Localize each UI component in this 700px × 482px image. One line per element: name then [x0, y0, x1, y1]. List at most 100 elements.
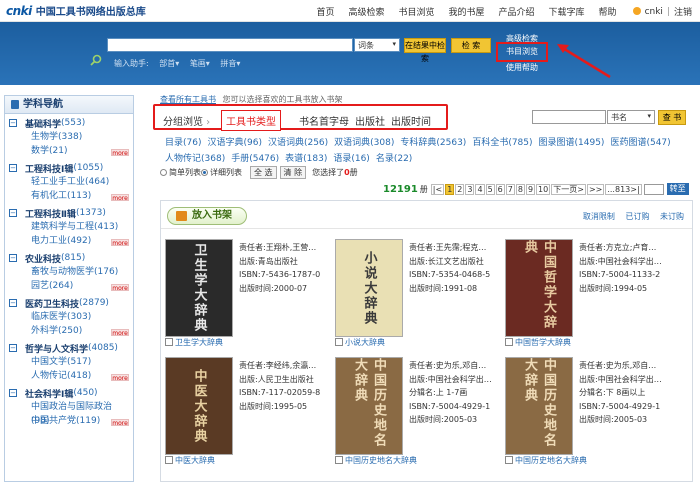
search-in-results-button[interactable]: 在结果中检索	[404, 38, 446, 63]
next-block-button[interactable]: >>	[586, 183, 605, 195]
nav-my-shelf[interactable]: 我的书屋	[449, 5, 485, 18]
user-name[interactable]: cnki	[633, 7, 663, 17]
first-page-button[interactable]: |<	[430, 183, 445, 195]
tab-publisher[interactable]: 出版社	[355, 113, 385, 128]
category-title[interactable]: 医药卫生科技	[25, 297, 79, 310]
more-link[interactable]: more	[111, 419, 129, 427]
page-number-button[interactable]: 10	[536, 183, 551, 195]
help-link[interactable]: 使用帮助	[506, 62, 538, 73]
book-title-link[interactable]: 中国哲学大辞典	[505, 337, 571, 348]
search-button[interactable]: 检 索	[451, 38, 491, 53]
assist-radical[interactable]: 部首▾	[159, 59, 179, 68]
page-number-button[interactable]: 5	[485, 183, 495, 195]
book-type-link[interactable]: 手册(5476)	[231, 154, 279, 164]
collapse-icon[interactable]: −	[9, 299, 17, 307]
nav-products[interactable]: 产品介绍	[499, 5, 535, 18]
subcategory-link[interactable]: 中国政治与国际政治(98)	[9, 400, 129, 426]
book-cover[interactable]: 卫生学大辞典	[165, 239, 233, 337]
book-cover[interactable]: 中国哲学大辞典	[505, 239, 573, 337]
view-all-books-link[interactable]: 查看所有工具书	[160, 95, 216, 104]
subcategory-link[interactable]: 畜牧与动物医学(176)	[9, 265, 129, 279]
goto-page-input[interactable]	[643, 183, 664, 195]
book-type-link[interactable]: 医药图谱(547)	[610, 138, 670, 148]
more-link[interactable]: more	[111, 149, 129, 157]
book-type-link[interactable]: 图录图谱(1495)	[539, 138, 605, 148]
book-search-input[interactable]	[532, 110, 606, 124]
simple-list-radio[interactable]	[160, 169, 167, 176]
tab-grouped-browse[interactable]: 分组浏览	[163, 113, 210, 128]
next-page-button[interactable]: 下一页>	[551, 183, 586, 195]
category-title[interactable]: 工程科技Ⅰ辑	[25, 162, 73, 175]
page-number-button[interactable]: 2	[455, 183, 465, 195]
category-title[interactable]: 农业科技	[25, 252, 61, 265]
tab-initial-letter[interactable]: 书名首字母	[299, 113, 349, 128]
book-cover[interactable]: 中医大辞典	[165, 357, 233, 455]
collapse-icon[interactable]: −	[9, 344, 17, 352]
subcategory-link[interactable]: 建筑科学与工程(413)	[9, 220, 129, 234]
book-type-link[interactable]: 汉语字典(96)	[207, 138, 261, 148]
subcategory-link[interactable]: 临床医学(303)	[9, 310, 129, 324]
book-cover[interactable]: 中国历史地名大辞典	[505, 357, 573, 455]
page-number-button[interactable]: 8	[515, 183, 525, 195]
category-header[interactable]: − 农业科技 (815)	[9, 251, 129, 265]
page-number-button[interactable]: 6	[495, 183, 505, 195]
category-header[interactable]: − 工程科技Ⅱ辑 (1373)	[9, 206, 129, 220]
browse-catalog-button[interactable]: 书目浏览	[496, 42, 548, 62]
collapse-icon[interactable]: −	[9, 254, 17, 262]
collapse-icon[interactable]: −	[9, 119, 17, 127]
book-type-link[interactable]: 目录(76)	[165, 138, 201, 148]
search-scope-select[interactable]: 词条	[354, 38, 400, 52]
book-search-field-select[interactable]: 书名	[607, 110, 655, 124]
book-type-link[interactable]: 双语词典(308)	[334, 138, 394, 148]
category-title[interactable]: 哲学与人文科学	[25, 342, 88, 355]
book-type-link[interactable]: 表谱(183)	[285, 154, 327, 164]
book-title-link[interactable]: 卫生学大辞典	[165, 337, 223, 348]
book-type-link[interactable]: 汉语词典(256)	[268, 138, 328, 148]
subcategory-link[interactable]: 轻工业手工业(464)	[9, 175, 129, 189]
nav-help[interactable]: 帮助	[599, 5, 617, 18]
unsubscribed-link[interactable]: 未订购	[660, 212, 684, 221]
more-link[interactable]: more	[111, 284, 129, 292]
nav-download-fonts[interactable]: 下载字库	[549, 5, 585, 18]
category-title[interactable]: 基础科学	[25, 117, 61, 130]
more-link[interactable]: more	[111, 194, 129, 202]
book-type-link[interactable]: 百科全书(785)	[472, 138, 532, 148]
book-cover[interactable]: 小说大辞典	[335, 239, 403, 337]
logo[interactable]: cnki 中国工具书网络出版总库	[6, 3, 146, 19]
book-title-link[interactable]: 中国历史地名大辞典	[335, 455, 417, 466]
page-number-button[interactable]: 1	[445, 183, 455, 195]
search-input[interactable]	[107, 38, 353, 52]
collapse-icon[interactable]: −	[9, 209, 17, 217]
subcategory-link[interactable]: 中国文学(517)	[9, 355, 129, 369]
nav-advanced-search[interactable]: 高级检索	[348, 5, 384, 18]
book-title-link[interactable]: 小说大辞典	[335, 337, 385, 348]
book-type-link[interactable]: 专科辞典(2563)	[400, 138, 466, 148]
add-to-shelf-button[interactable]: 放入书架	[167, 207, 247, 225]
subscribed-link[interactable]: 已订购	[625, 212, 649, 221]
book-type-link[interactable]: 人物传记(368)	[165, 154, 225, 164]
more-link[interactable]: more	[111, 239, 129, 247]
more-link[interactable]: more	[111, 329, 129, 337]
page-number-button[interactable]: 7	[505, 183, 515, 195]
category-title[interactable]: 社会科学Ⅰ辑	[25, 387, 73, 400]
book-title-link[interactable]: 中国历史地名大辞典	[505, 455, 587, 466]
select-all-button[interactable]: 全 选	[250, 166, 277, 179]
jump-button[interactable]: 转至	[666, 183, 689, 195]
page-number-button[interactable]: 4	[475, 183, 485, 195]
category-header[interactable]: − 基础科学 (553)	[9, 116, 129, 130]
assist-stroke[interactable]: 笔画▾	[190, 59, 210, 68]
logout-link[interactable]: 注销	[674, 5, 692, 18]
collapse-icon[interactable]: −	[9, 164, 17, 172]
nav-browse[interactable]: 书目浏览	[398, 5, 434, 18]
detail-list-radio[interactable]	[201, 169, 208, 176]
more-link[interactable]: more	[111, 374, 129, 382]
category-header[interactable]: − 哲学与人文科学 (4085)	[9, 341, 129, 355]
tab-book-type[interactable]: 工具书类型	[221, 110, 281, 131]
nav-home[interactable]: 首页	[316, 5, 334, 18]
book-title-link[interactable]: 中医大辞典	[165, 455, 215, 466]
category-title[interactable]: 工程科技Ⅱ辑	[25, 207, 76, 220]
book-type-link[interactable]: 名录(22)	[376, 154, 412, 164]
last-page-button[interactable]: ...813>|	[605, 183, 642, 195]
tab-publish-date[interactable]: 出版时间	[391, 113, 431, 128]
cancel-limit-link[interactable]: 取消限制	[583, 212, 615, 221]
